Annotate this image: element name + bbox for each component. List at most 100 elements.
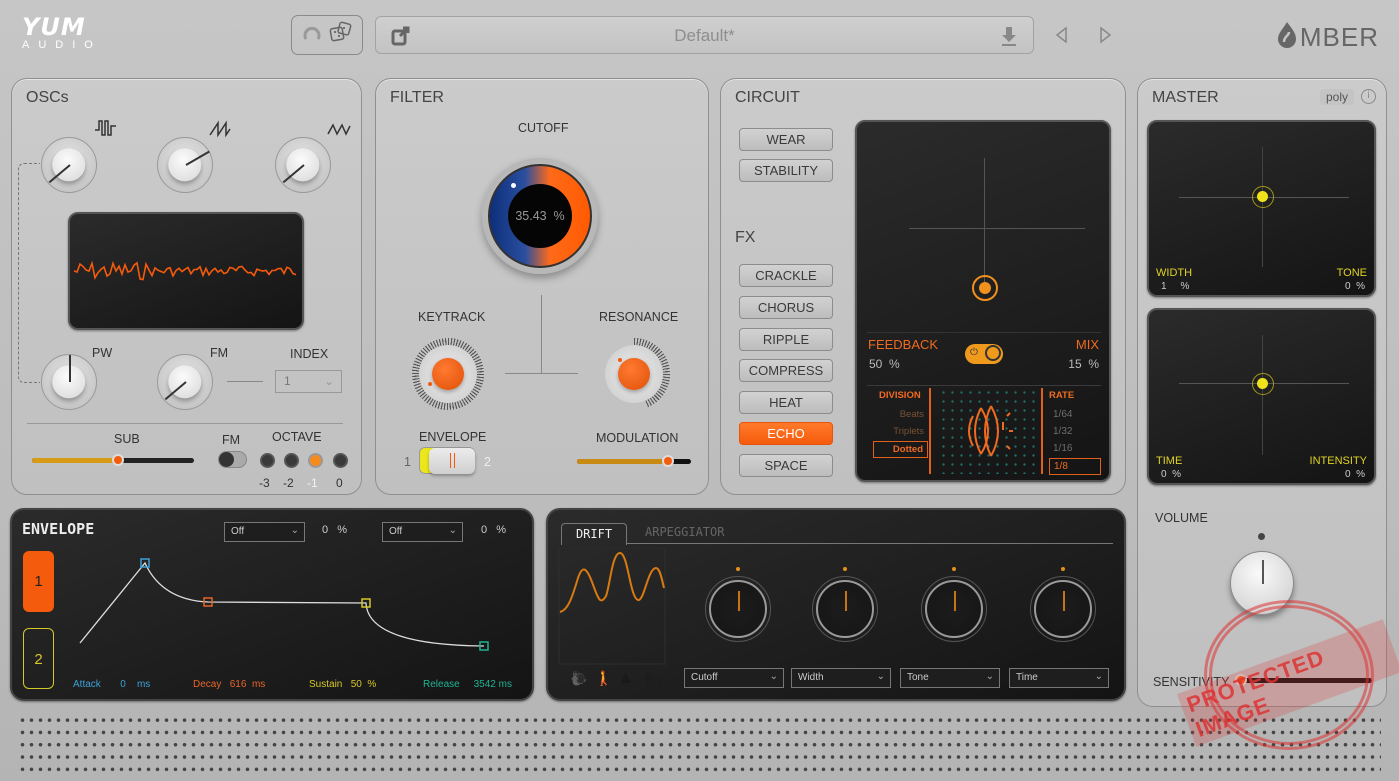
fx-title: FX [735,229,756,246]
rate-label: RATE [1049,390,1075,401]
volume-knob[interactable] [1230,551,1294,615]
xy-handle[interactable] [972,275,998,301]
circuit-title: CIRCUIT [735,89,800,106]
echo-dot-grid [939,388,1035,474]
index-dropdown[interactable]: 1 ⌄ [275,370,342,393]
division-option-triplets[interactable]: Triplets [873,424,928,441]
fx-button-compress[interactable]: COMPRESS [739,359,833,382]
octave-option--1[interactable] [308,453,323,468]
preset-name: Default* [674,26,735,45]
bed-icon[interactable]: 🛏 [645,670,663,687]
octave-option--2[interactable] [284,453,299,468]
crosshair-h [909,228,1085,229]
hiker-icon[interactable]: 🚶 [595,670,612,687]
triangle-wave-icon [327,120,351,143]
fm-toggle[interactable] [218,451,247,468]
width-label: WIDTH [1156,267,1193,279]
octave-option--3[interactable] [260,453,275,468]
filter-link-horizontal [505,373,578,374]
division-label: DIVISION [879,390,921,401]
wear-button[interactable]: WEAR [739,128,833,151]
tab-drift[interactable]: DRIFT [561,523,627,545]
fx-button-heat[interactable]: HEAT [739,391,833,414]
modulation-slider[interactable] [577,455,691,467]
fx-button-space[interactable]: SPACE [739,454,833,477]
tab-arpeggiator[interactable]: ARPEGGIATOR [645,525,724,539]
envelope-switch[interactable] [419,447,475,474]
sensitivity-label: SENSITIVITY [1153,675,1230,689]
dice-icon[interactable] [328,20,354,51]
decay-readout: Decay 616 ms [193,679,266,690]
cutoff-indicator [511,183,516,188]
echo-power-toggle[interactable]: ⏻ [965,344,1003,364]
resonance-knob[interactable] [598,338,670,410]
osc1-knob[interactable] [41,137,97,193]
time-intensity-xy-pad[interactable]: TIME 0 % INTENSITY 0 % [1147,308,1376,485]
rate-option[interactable]: 1/16 [1049,441,1101,458]
drift-knob-cutoff[interactable] [705,576,771,642]
reset-icon[interactable] [301,22,323,49]
envelope-select-label: ENVELOPE [419,430,487,444]
fx-button-crackle[interactable]: CRACKLE [739,264,833,287]
chevron-down-icon: ⌄ [769,671,778,682]
drift-knob-width[interactable] [812,576,878,642]
keytrack-label: KEYTRACK [418,310,486,324]
mountain-icon[interactable]: ⛰ [620,670,632,687]
index-label: INDEX [290,347,329,361]
octave-label: OCTAVE [272,430,322,444]
octave-option-0[interactable] [333,453,348,468]
modulation-label: MODULATION [596,431,679,445]
drift-knob-tone[interactable] [921,576,987,642]
crosshair-v [984,158,985,288]
xy-handle[interactable] [1252,186,1274,208]
drift-target-dropdown[interactable]: Tone ⌄ [900,668,1000,688]
pw-label: PW [92,346,113,360]
snail-icon[interactable]: 🐌 [570,670,587,687]
power-icon: ⏻ [970,347,978,358]
envelope-opt2: 2 [484,455,491,469]
division-option-beats[interactable]: Beats [873,407,928,424]
preset-selector[interactable]: Default* [375,16,1034,54]
rate-option[interactable]: 1/32 [1049,424,1101,441]
prev-arrow-icon[interactable] [1051,24,1073,46]
sub-slider-thumb[interactable] [111,454,124,466]
sub-slider[interactable] [32,454,194,466]
rate-option[interactable]: 1/8 [1049,458,1101,475]
square-wave-icon [94,118,120,143]
pw-knob[interactable] [41,354,97,410]
fx-button-ripple[interactable]: RIPPLE [739,328,833,351]
info-icon[interactable]: i [1361,89,1376,104]
echo-xy-pad[interactable]: FEEDBACK 50 % ⏻ MIX 15 % DIVISION Beats T… [855,120,1111,482]
drift-target-dropdown[interactable]: Time ⌄ [1009,668,1109,688]
poly-mode-label[interactable]: poly [1319,89,1354,105]
stability-button[interactable]: STABILITY [739,159,833,182]
oscs-title: OSCs [26,89,69,106]
drift-knob-time[interactable] [1030,576,1096,642]
division-option-dotted[interactable]: Dotted [873,441,928,458]
fx-button-chorus[interactable]: CHORUS [739,296,833,319]
keytrack-knob[interactable] [412,338,484,410]
cutoff-knob[interactable]: 35.43 % [482,158,598,274]
fm-toggle-label: FM [222,433,241,447]
download-icon[interactable] [999,25,1019,52]
osc-link-line [18,163,40,383]
index-value: 1 [284,374,291,388]
drift-target-value: Time [1016,672,1038,683]
next-arrow-icon[interactable] [1096,24,1118,46]
fx-button-echo[interactable]: ECHO [739,422,833,445]
sensitivity-slider[interactable] [1235,674,1372,686]
width-tone-xy-pad[interactable]: WIDTH 1 % TONE 0 % [1147,120,1376,297]
sensitivity-slider-thumb[interactable] [1235,674,1247,686]
osc3-knob[interactable] [275,137,331,193]
drift-knob-indicator [736,567,740,571]
envelope-panel: ENVELOPE Off ⌄ 0 % Off ⌄ 0 % 1 2 Attack 0 … [10,508,534,701]
filter-link-vertical [541,295,542,373]
osc2-knob[interactable] [157,137,213,193]
fm-knob[interactable] [157,354,213,410]
drift-target-dropdown[interactable]: Width ⌄ [791,668,891,688]
drift-target-dropdown[interactable]: Cutoff ⌄ [684,668,784,688]
xy-handle[interactable] [1252,373,1274,395]
drift-target-value: Width [798,672,824,683]
rate-option[interactable]: 1/64 [1049,407,1101,424]
envelope-curve[interactable] [12,510,532,700]
